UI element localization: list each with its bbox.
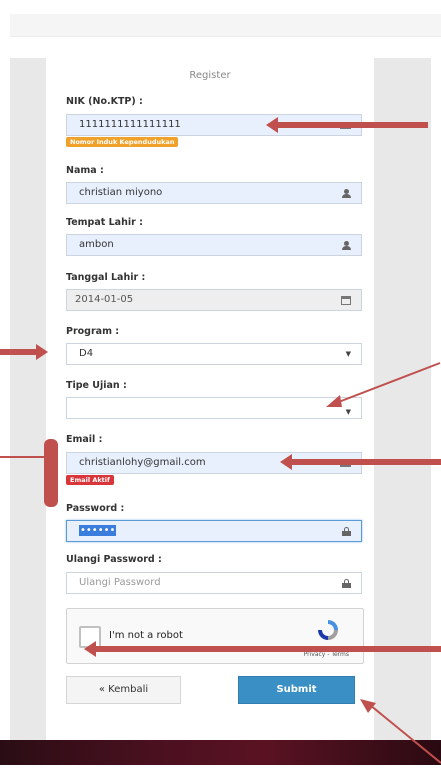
- tempat-lahir-input[interactable]: ambon: [66, 234, 362, 256]
- user-icon: [342, 241, 351, 250]
- tipe-ujian-select[interactable]: ▼: [66, 397, 362, 419]
- tempat-lahir-value: ambon: [79, 239, 114, 250]
- tanggal-lahir-value: 2014-01-05: [75, 294, 134, 305]
- email-label: Email :: [66, 434, 103, 445]
- nama-label: Nama :: [66, 165, 104, 176]
- lock-icon: [342, 527, 351, 536]
- nama-input[interactable]: christian miyono: [66, 182, 362, 204]
- nik-value: 1111111111111111: [79, 119, 181, 130]
- annotation-arrow-captcha: [84, 641, 441, 657]
- password-input[interactable]: ••••••: [66, 520, 362, 542]
- header-band: [10, 14, 441, 37]
- email-help-badge: Email Aktif: [66, 475, 114, 485]
- recaptcha-terms[interactable]: Privacy - Terms: [304, 651, 349, 658]
- ulangi-password-placeholder: Ulangi Password: [79, 577, 161, 588]
- tipe-ujian-label: Tipe Ujian :: [66, 380, 127, 391]
- email-value: christianlohy@gmail.com: [79, 457, 206, 468]
- recaptcha-logo-icon: [318, 620, 338, 640]
- nama-value: christian miyono: [79, 187, 163, 198]
- calendar-icon: [341, 296, 351, 305]
- user-icon: [342, 189, 351, 198]
- nik-label: NIK (No.KTP) :: [66, 96, 143, 107]
- password-label: Password :: [66, 503, 125, 514]
- annotation-arrow-submit: [358, 697, 441, 765]
- recaptcha-label: I'm not a robot: [109, 630, 183, 641]
- annotation-arrow-email: [280, 454, 441, 470]
- program-value: D4: [79, 348, 94, 359]
- recaptcha-widget: I'm not a robot Privacy - Terms: [66, 608, 364, 664]
- annotation-arrow-tipe-ujian: [322, 355, 441, 415]
- submit-button[interactable]: Submit: [238, 676, 355, 704]
- annotation-arrow-nik: [266, 117, 428, 133]
- back-button[interactable]: « Kembali: [66, 676, 181, 704]
- tanggal-lahir-label: Tanggal Lahir :: [66, 272, 146, 283]
- ulangi-password-input[interactable]: Ulangi Password: [66, 572, 362, 594]
- annotation-arrow-program: [0, 344, 48, 360]
- tempat-lahir-label: Tempat Lahir :: [66, 217, 143, 228]
- top-bar: [0, 0, 441, 8]
- annotation-arrow-password: [0, 437, 60, 509]
- lock-icon: [342, 579, 351, 588]
- nik-help-badge: Nomor Induk Kependudukan: [66, 137, 179, 147]
- program-label: Program :: [66, 326, 120, 337]
- password-value: ••••••: [79, 525, 117, 536]
- program-select[interactable]: D4 ▼: [66, 343, 362, 365]
- form-title: Register: [189, 70, 231, 81]
- ulangi-password-label: Ulangi Password :: [66, 554, 162, 565]
- tanggal-lahir-input[interactable]: 2014-01-05: [66, 289, 362, 311]
